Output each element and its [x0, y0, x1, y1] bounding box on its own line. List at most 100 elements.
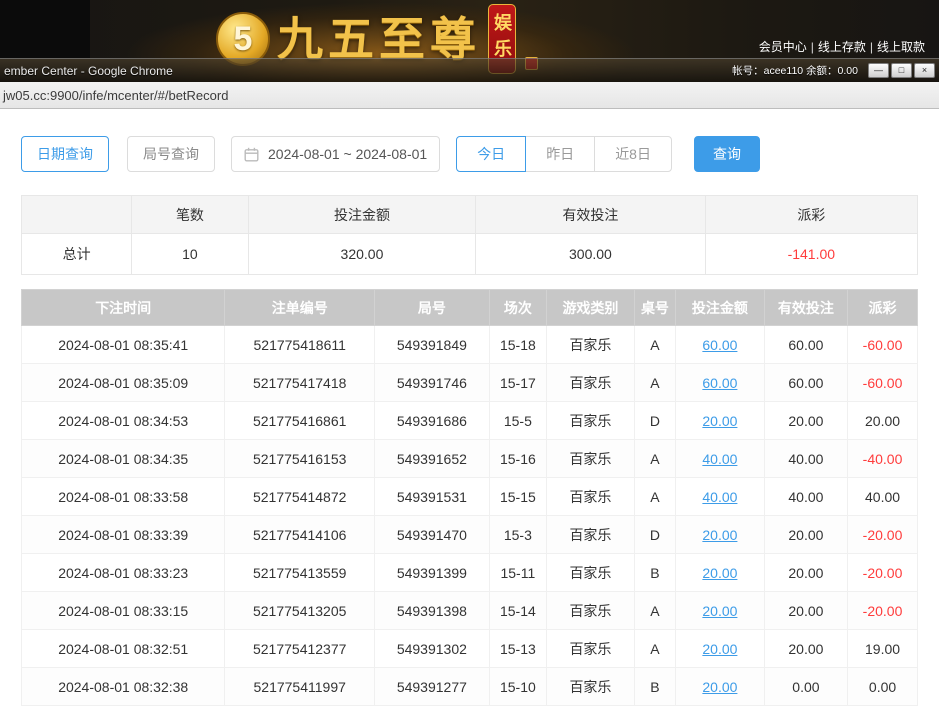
cell-bet_time: 2024-08-01 08:34:53 — [22, 402, 225, 440]
column-header: 派彩 — [848, 290, 918, 326]
date-query-tab[interactable]: 日期查询 — [21, 136, 109, 172]
date-range-picker[interactable]: 2024-08-01 ~ 2024-08-01 — [231, 136, 440, 172]
cell-label: 总计 — [22, 234, 132, 275]
cell-bet_id: 521775418611 — [225, 326, 375, 364]
cell-valid_bet: 20.00 — [764, 554, 847, 592]
cell-round_id: 549391398 — [375, 592, 490, 630]
cell-bet_time: 2024-08-01 08:34:35 — [22, 440, 225, 478]
cell-round_id: 549391470 — [375, 516, 490, 554]
url-text: jw05.cc:9900/infe/mcenter/#/betRecord — [3, 88, 228, 103]
cell-session: 15-15 — [489, 478, 546, 516]
cell-bet_time: 2024-08-01 08:33:15 — [22, 592, 225, 630]
cell-table_no: B — [634, 554, 675, 592]
bet-amount-link[interactable]: 20.00 — [702, 679, 737, 695]
cell-payout: -20.00 — [848, 554, 918, 592]
cell-bet_amount: 20.00 — [676, 554, 765, 592]
cell-bet_amount: 20.00 — [676, 630, 765, 668]
nav-member-center[interactable]: 会员中心 — [759, 40, 807, 54]
cell-payout: 19.00 — [848, 630, 918, 668]
cell-bet_amount: 20.00 — [676, 592, 765, 630]
cell-table_no: A — [634, 630, 675, 668]
nav-online-withdraw[interactable]: 线上取款 — [877, 40, 925, 54]
maximize-button[interactable]: □ — [891, 63, 912, 78]
bet-amount-link[interactable]: 20.00 — [702, 641, 737, 657]
column-header: 局号 — [375, 290, 490, 326]
search-button[interactable]: 查询 — [694, 136, 760, 172]
column-header: 桌号 — [634, 290, 675, 326]
cell-table_no: A — [634, 364, 675, 402]
bet-amount-link[interactable]: 40.00 — [702, 451, 737, 467]
close-button[interactable]: × — [914, 63, 935, 78]
cell-table_no: B — [634, 668, 675, 706]
cell-round_id: 549391746 — [375, 364, 490, 402]
cell-bet_id: 521775416153 — [225, 440, 375, 478]
summary-header-row: 笔数投注金额有效投注派彩 — [22, 196, 918, 234]
cell-round_id: 549391686 — [375, 402, 490, 440]
cell-session: 15-11 — [489, 554, 546, 592]
cell-bet_amount: 60.00 — [676, 326, 765, 364]
nav-separator: | — [870, 40, 873, 54]
nav-online-deposit[interactable]: 线上存款 — [818, 40, 866, 54]
cell-bet_id: 521775414106 — [225, 516, 375, 554]
bet-amount-link[interactable]: 20.00 — [702, 565, 737, 581]
window-controls: — □ × — [868, 63, 935, 78]
cell-session: 15-5 — [489, 402, 546, 440]
banner-left-black-block — [0, 0, 90, 58]
table-row: 2024-08-01 08:33:39521775414106549391470… — [22, 516, 918, 554]
bet-amount-link[interactable]: 20.00 — [702, 603, 737, 619]
bet-amount-link[interactable]: 20.00 — [702, 413, 737, 429]
cell-round_id: 549391399 — [375, 554, 490, 592]
cell-valid_bet: 20.00 — [764, 630, 847, 668]
bet-amount-link[interactable]: 60.00 — [702, 337, 737, 353]
cell-payout: 20.00 — [848, 402, 918, 440]
cell-round_id: 549391652 — [375, 440, 490, 478]
cell-bet_amount: 40.00 — [676, 440, 765, 478]
browser-titlebar: ember Center - Google Chrome 帐号：acee110 … — [0, 58, 939, 82]
quick-filter-last8days[interactable]: 近8日 — [594, 136, 672, 172]
cell-bet_id: 521775414872 — [225, 478, 375, 516]
cell-valid_bet: 20.00 — [764, 402, 847, 440]
minimize-button[interactable]: — — [868, 63, 889, 78]
cell-game_type: 百家乐 — [547, 554, 635, 592]
quick-filter-today[interactable]: 今日 — [456, 136, 526, 172]
summary-column-header: 派彩 — [705, 196, 917, 234]
cell-session: 15-16 — [489, 440, 546, 478]
round-query-tab[interactable]: 局号查询 — [127, 136, 215, 172]
cell-bet_time: 2024-08-01 08:35:09 — [22, 364, 225, 402]
site-title: 九五至尊 — [277, 14, 481, 65]
cell-table_no: A — [634, 326, 675, 364]
cell-valid_bet: 0.00 — [764, 668, 847, 706]
summary-column-header — [22, 196, 132, 234]
cell-game_type: 百家乐 — [547, 668, 635, 706]
cell-valid_bet: 20.00 — [764, 592, 847, 630]
cell-payout: -60.00 — [848, 364, 918, 402]
bet-amount-link[interactable]: 40.00 — [702, 489, 737, 505]
table-row: 2024-08-01 08:33:15521775413205549391398… — [22, 592, 918, 630]
nav-separator: | — [811, 40, 814, 54]
quick-filter-yesterday[interactable]: 昨日 — [525, 136, 595, 172]
cell-session: 15-18 — [489, 326, 546, 364]
cell-payout: -20.00 — [848, 592, 918, 630]
column-header: 投注金额 — [676, 290, 765, 326]
cell-bet_id: 521775417418 — [225, 364, 375, 402]
cell-valid_bet: 60.00 — [764, 326, 847, 364]
bet-amount-link[interactable]: 20.00 — [702, 527, 737, 543]
date-range-value: 2024-08-01 ~ 2024-08-01 — [268, 146, 427, 162]
column-header: 下注时间 — [22, 290, 225, 326]
cell-game_type: 百家乐 — [547, 630, 635, 668]
page: 5 九五至尊 娱乐 会员中心|线上存款|线上取款 ember Center - … — [0, 0, 939, 708]
address-bar[interactable]: jw05.cc:9900/infe/mcenter/#/betRecord — [0, 82, 939, 109]
bet-amount-link[interactable]: 60.00 — [702, 375, 737, 391]
cell-payout: -20.00 — [848, 516, 918, 554]
cell-game_type: 百家乐 — [547, 326, 635, 364]
bet-header-row: 下注时间注单编号局号场次游戏类别桌号投注金额有效投注派彩 — [22, 290, 918, 326]
cell-bet_amount: 40.00 — [676, 478, 765, 516]
cell-valid_bet: 300.00 — [476, 234, 705, 275]
cell-game_type: 百家乐 — [547, 516, 635, 554]
cell-table_no: D — [634, 516, 675, 554]
cell-bet_id: 521775413205 — [225, 592, 375, 630]
cell-payout: 0.00 — [848, 668, 918, 706]
calendar-icon — [244, 147, 259, 162]
bet-record-page: 日期查询 局号查询 2024-08-01 ~ 2024-08-01 今日 昨日 … — [0, 109, 939, 708]
filter-bar: 日期查询 局号查询 2024-08-01 ~ 2024-08-01 今日 昨日 … — [21, 136, 918, 172]
